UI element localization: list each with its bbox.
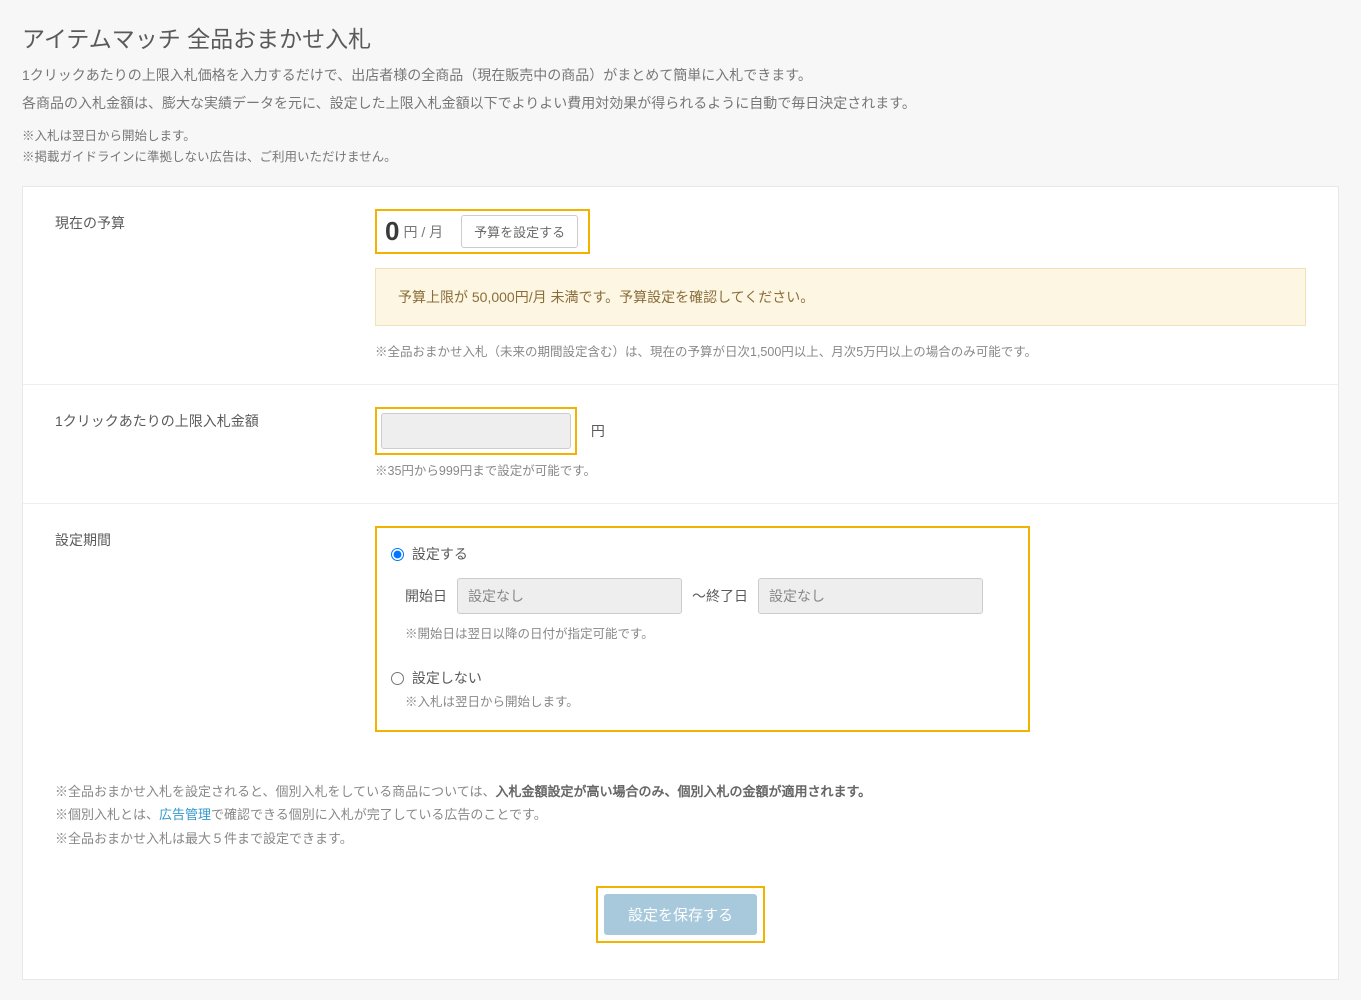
save-settings-button[interactable]: 設定を保存する	[604, 894, 757, 935]
save-highlight: 設定を保存する	[596, 886, 765, 943]
ad-management-link[interactable]: 広告管理	[159, 807, 211, 822]
footer-note-1a: ※全品おまかせ入札を設定されると、個別入札をしている商品については、	[55, 784, 495, 799]
bid-unit: 円	[591, 423, 605, 439]
budget-unit: 円 / 月	[403, 222, 443, 242]
footer-note-3: ※全品おまかせ入札は最大５件まで設定できます。	[55, 827, 1306, 850]
bid-highlight	[375, 407, 577, 455]
bid-label: 1クリックあたりの上限入札金額	[55, 407, 375, 481]
bid-note: ※35円から999円まで設定が可能です。	[375, 461, 1306, 481]
intro-line-2: 各商品の入札金額は、膨大な実績データを元に、設定した上限入札金額以下でよりよい費…	[22, 92, 1339, 116]
intro-note-2: ※掲載ガイドラインに準拠しない広告は、ご利用いただけません。	[22, 147, 1339, 168]
period-none-note: ※入札は翌日から開始します。	[405, 692, 1014, 712]
end-date-placeholder: 設定なし	[769, 586, 825, 606]
budget-warning: 予算上限が 50,000円/月 未満です。予算設定を確認してください。	[375, 268, 1306, 326]
settings-panel: 現在の予算 0 円 / 月 予算を設定する 予算上限が 50,000円/月 未満…	[22, 186, 1339, 980]
budget-value: 0	[381, 216, 399, 247]
budget-note: ※全品おまかせ入札（未来の期間設定含む）は、現在の予算が日次1,500円以上、月…	[375, 342, 1306, 362]
budget-highlight: 0 円 / 月 予算を設定する	[375, 209, 590, 254]
period-none-label: 設定しない	[412, 670, 482, 686]
start-date-field[interactable]: 設定なし	[457, 578, 682, 614]
start-date-note: ※開始日は翌日以降の日付が指定可能です。	[405, 624, 1014, 644]
footer-note-1b: 入札金額設定が高い場合のみ、個別入札の金額が適用されます。	[495, 784, 871, 799]
start-date-placeholder: 設定なし	[468, 586, 524, 606]
period-none-radio[interactable]	[391, 672, 404, 685]
period-set-label: 設定する	[412, 546, 468, 562]
period-highlight: 設定する 開始日 設定なし ～終了日 設定なし ※開始日は翌日以降の日付が指定可…	[375, 526, 1030, 732]
page-title: アイテムマッチ 全品おまかせ入札	[22, 20, 1339, 54]
footer-note-2a: ※個別入札とは、	[55, 807, 159, 822]
bid-amount-input[interactable]	[381, 413, 571, 449]
period-label: 設定期間	[55, 526, 375, 732]
intro-line-1: 1クリックあたりの上限入札価格を入力するだけで、出店者様の全商品（現在販売中の商…	[22, 64, 1339, 88]
footer-note-2b: で確認できる個別に入札が完了している広告のことです。	[211, 807, 547, 822]
end-date-label: ～終了日	[692, 586, 748, 606]
end-date-field[interactable]: 設定なし	[758, 578, 983, 614]
footer-notes: ※全品おまかせ入札を設定されると、個別入札をしている商品については、入札金額設定…	[23, 754, 1338, 862]
budget-label: 現在の予算	[55, 209, 375, 362]
intro-note-1: ※入札は翌日から開始します。	[22, 126, 1339, 147]
start-date-label: 開始日	[405, 586, 447, 606]
set-budget-button[interactable]: 予算を設定する	[461, 215, 578, 248]
period-set-radio[interactable]	[391, 548, 404, 561]
